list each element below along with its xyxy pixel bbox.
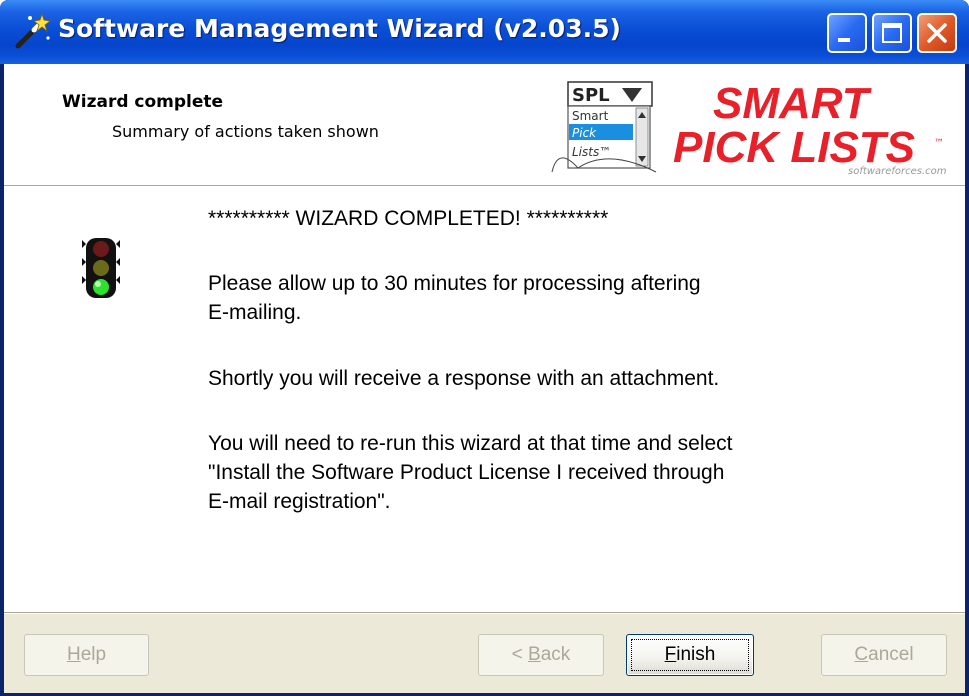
wizard-header: Wizard complete Summary of actions taken… <box>4 64 965 186</box>
button-bar: Help < Back Finish Cancel <box>4 613 965 693</box>
rerun-instructions: You will need to re-run this wizard at t… <box>208 432 733 513</box>
back-prefix: < <box>511 644 529 665</box>
back-label-rest: ack <box>540 644 571 665</box>
maximize-icon <box>882 23 902 43</box>
brand-line-2: PICK LISTS <box>673 123 915 172</box>
minimize-button[interactable] <box>827 13 867 53</box>
brand-line-1: SMART <box>713 79 872 128</box>
logo-list-item-3: Lists™ <box>572 145 611 159</box>
back-accel: B <box>528 644 541 665</box>
wizard-window: Software Management Wizard (v2.03.5) Wiz… <box>0 0 969 696</box>
logo-list-item-1: Smart <box>572 109 609 123</box>
processing-note: Please allow up to 30 minutes for proces… <box>208 272 701 324</box>
brand-tm: ™ <box>934 138 944 149</box>
smart-pick-lists-logo: SPL Smart Pick Lists™ SMART PICK LISTS ™… <box>551 79 947 176</box>
page-title: Wizard complete <box>62 92 224 112</box>
finish-accel: F <box>664 644 677 665</box>
window-title: Software Management Wizard (v2.03.5) <box>58 14 621 43</box>
help-button[interactable]: Help <box>24 634 149 676</box>
cancel-label-rest: ancel <box>868 644 914 665</box>
help-accel: H <box>66 644 81 665</box>
help-label-rest: elp <box>80 644 107 665</box>
finish-button[interactable]: Finish <box>626 634 754 676</box>
cancel-accel: C <box>854 644 869 665</box>
logo-badge-text: SPL <box>572 85 610 106</box>
title-bar[interactable]: Software Management Wizard (v2.03.5) <box>0 0 969 64</box>
completion-heading: ********** WIZARD COMPLETED! ********** <box>208 207 609 230</box>
traffic-light-icon <box>82 238 120 298</box>
wizard-content: ********** WIZARD COMPLETED! ********** … <box>4 186 965 613</box>
brand-domain: softwareforces.com <box>848 166 947 176</box>
page-subtitle: Summary of actions taken shown <box>112 122 379 141</box>
minimize-icon <box>838 38 850 42</box>
dialog-body: Wizard complete Summary of actions taken… <box>4 64 965 693</box>
cancel-button[interactable]: Cancel <box>821 634 947 676</box>
close-icon <box>927 23 947 43</box>
back-button[interactable]: < Back <box>478 634 604 676</box>
finish-label-rest: inish <box>676 644 716 665</box>
response-note: Shortly you will receive a response with… <box>208 367 720 390</box>
logo-list-item-2: Pick <box>572 126 597 140</box>
maximize-button[interactable] <box>872 13 912 53</box>
close-button[interactable] <box>917 13 957 53</box>
wizard-wand-icon <box>15 12 51 49</box>
